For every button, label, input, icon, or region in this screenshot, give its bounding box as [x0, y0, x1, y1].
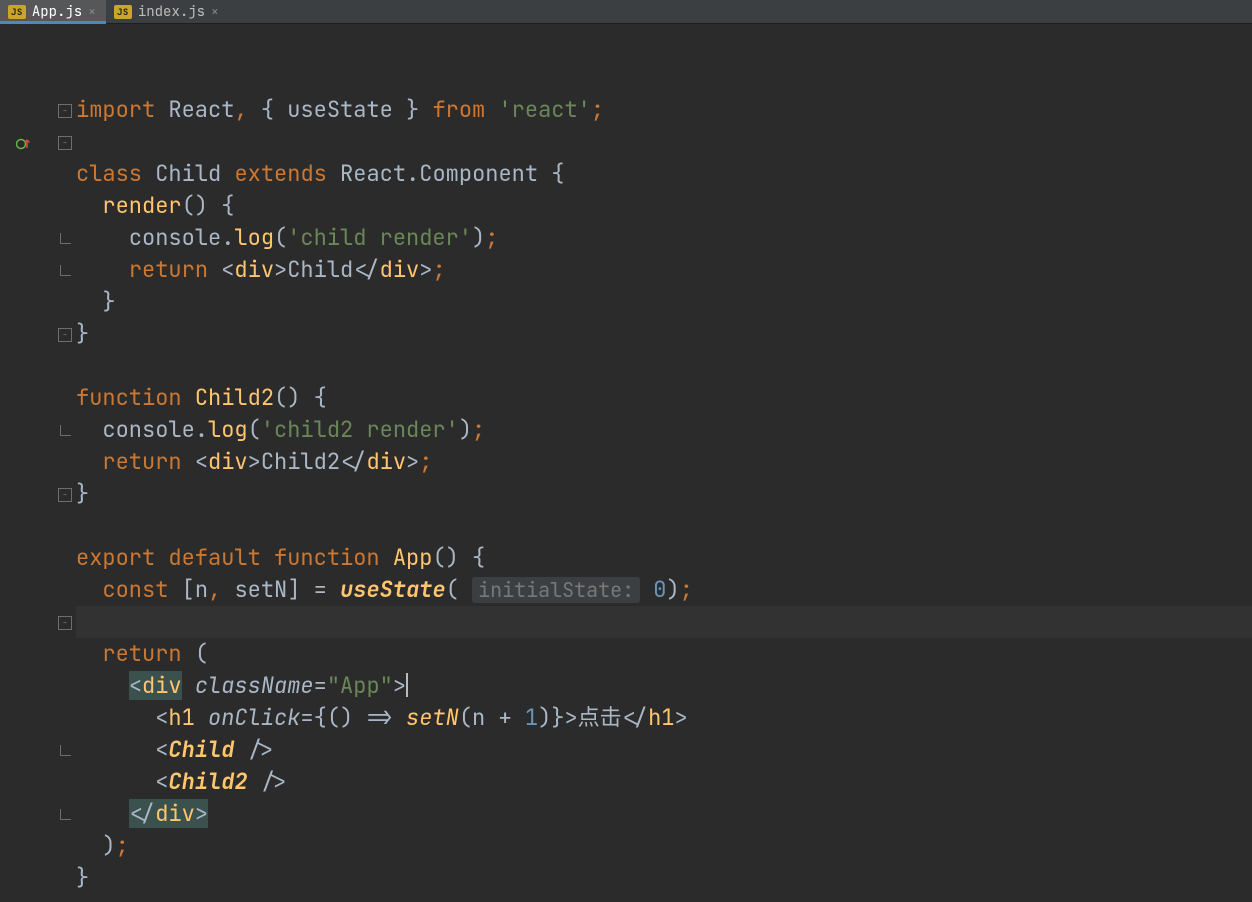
fold-end-icon	[58, 264, 72, 278]
code-editor[interactable]: import React, { useState } from 'react';…	[76, 24, 1252, 902]
fold-end-icon	[58, 232, 72, 246]
tab-label: index.js	[138, 3, 205, 21]
fold-toggle-icon[interactable]: −	[58, 616, 72, 630]
parameter-hint: initialState:	[472, 577, 640, 603]
close-icon[interactable]: ×	[211, 3, 219, 20]
text-caret	[406, 673, 408, 697]
fold-end-icon	[58, 808, 72, 822]
run-indicator-icon	[16, 136, 32, 152]
tab-label: App.js	[32, 3, 82, 21]
fold-end-icon	[58, 744, 72, 758]
fold-end-icon	[58, 424, 72, 438]
tab-index-js[interactable]: JS index.js ×	[106, 0, 229, 23]
fold-toggle-icon[interactable]: −	[58, 136, 72, 150]
editor-gutter: − − − − −	[0, 24, 76, 902]
tab-app-js[interactable]: JS App.js ×	[0, 0, 106, 23]
editor-tab-bar: JS App.js × JS index.js ×	[0, 0, 1252, 24]
js-file-icon: JS	[8, 5, 26, 19]
close-icon[interactable]: ×	[88, 3, 96, 20]
current-line-highlight	[76, 606, 1252, 638]
js-file-icon: JS	[114, 5, 132, 19]
fold-toggle-icon[interactable]: −	[58, 488, 72, 502]
fold-toggle-icon[interactable]: −	[58, 328, 72, 342]
fold-toggle-icon[interactable]: −	[58, 104, 72, 118]
